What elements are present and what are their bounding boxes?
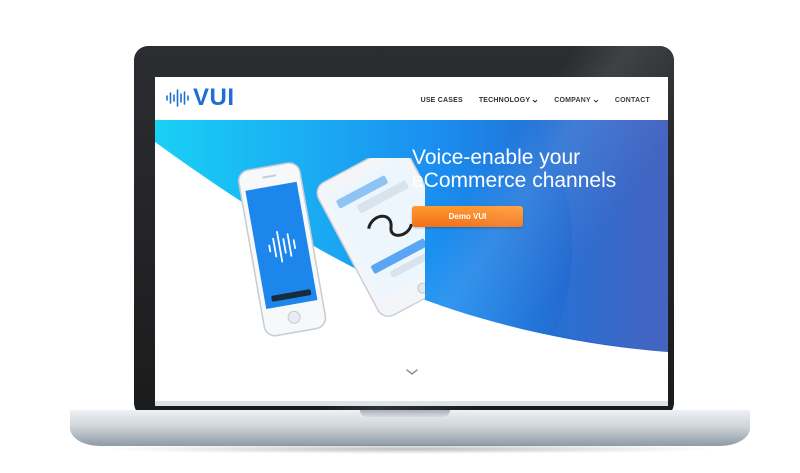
headline-line-2: eCommerce channels bbox=[412, 169, 617, 192]
main-menu: USE CASES TECHNOLOGY COMPANY CONTACT bbox=[421, 97, 650, 104]
laptop-screen: VUI USE CASES TECHNOLOGY COMPANY CONTACT bbox=[155, 77, 668, 406]
logo[interactable]: VUI bbox=[165, 86, 235, 110]
nav-item-label: CONTACT bbox=[614, 97, 650, 104]
site-header: VUI USE CASES TECHNOLOGY COMPANY CONTACT bbox=[155, 77, 668, 120]
phones-illustration bbox=[237, 158, 425, 337]
nav-item-label: COMPANY bbox=[554, 97, 591, 104]
nav-item-label: USE CASES bbox=[420, 97, 463, 104]
hero-section: Voice-enable your eCommerce channels Dem… bbox=[155, 120, 668, 406]
chevron-down-icon bbox=[593, 99, 599, 103]
nav-item-label: TECHNOLOGY bbox=[478, 97, 531, 104]
nav-item-use-cases[interactable]: USE CASES bbox=[421, 97, 463, 104]
hero-headline: Voice-enable your eCommerce channels bbox=[412, 146, 662, 192]
laptop-base-notch bbox=[360, 410, 450, 417]
demo-vui-button[interactable]: Demo VUI bbox=[412, 206, 523, 227]
voice-waveform-icon bbox=[166, 89, 189, 107]
brand-name: VUI bbox=[193, 84, 235, 111]
laptop-shadow bbox=[100, 444, 720, 454]
headline-line-1: Voice-enable your bbox=[412, 146, 581, 169]
chevron-down-icon[interactable] bbox=[405, 367, 419, 377]
nav-item-contact[interactable]: CONTACT bbox=[615, 97, 650, 104]
nav-item-technology[interactable]: TECHNOLOGY bbox=[479, 97, 538, 104]
chevron-down-icon bbox=[532, 99, 538, 103]
nav-item-company[interactable]: COMPANY bbox=[554, 97, 599, 104]
screen-bottom-strip bbox=[155, 401, 668, 406]
